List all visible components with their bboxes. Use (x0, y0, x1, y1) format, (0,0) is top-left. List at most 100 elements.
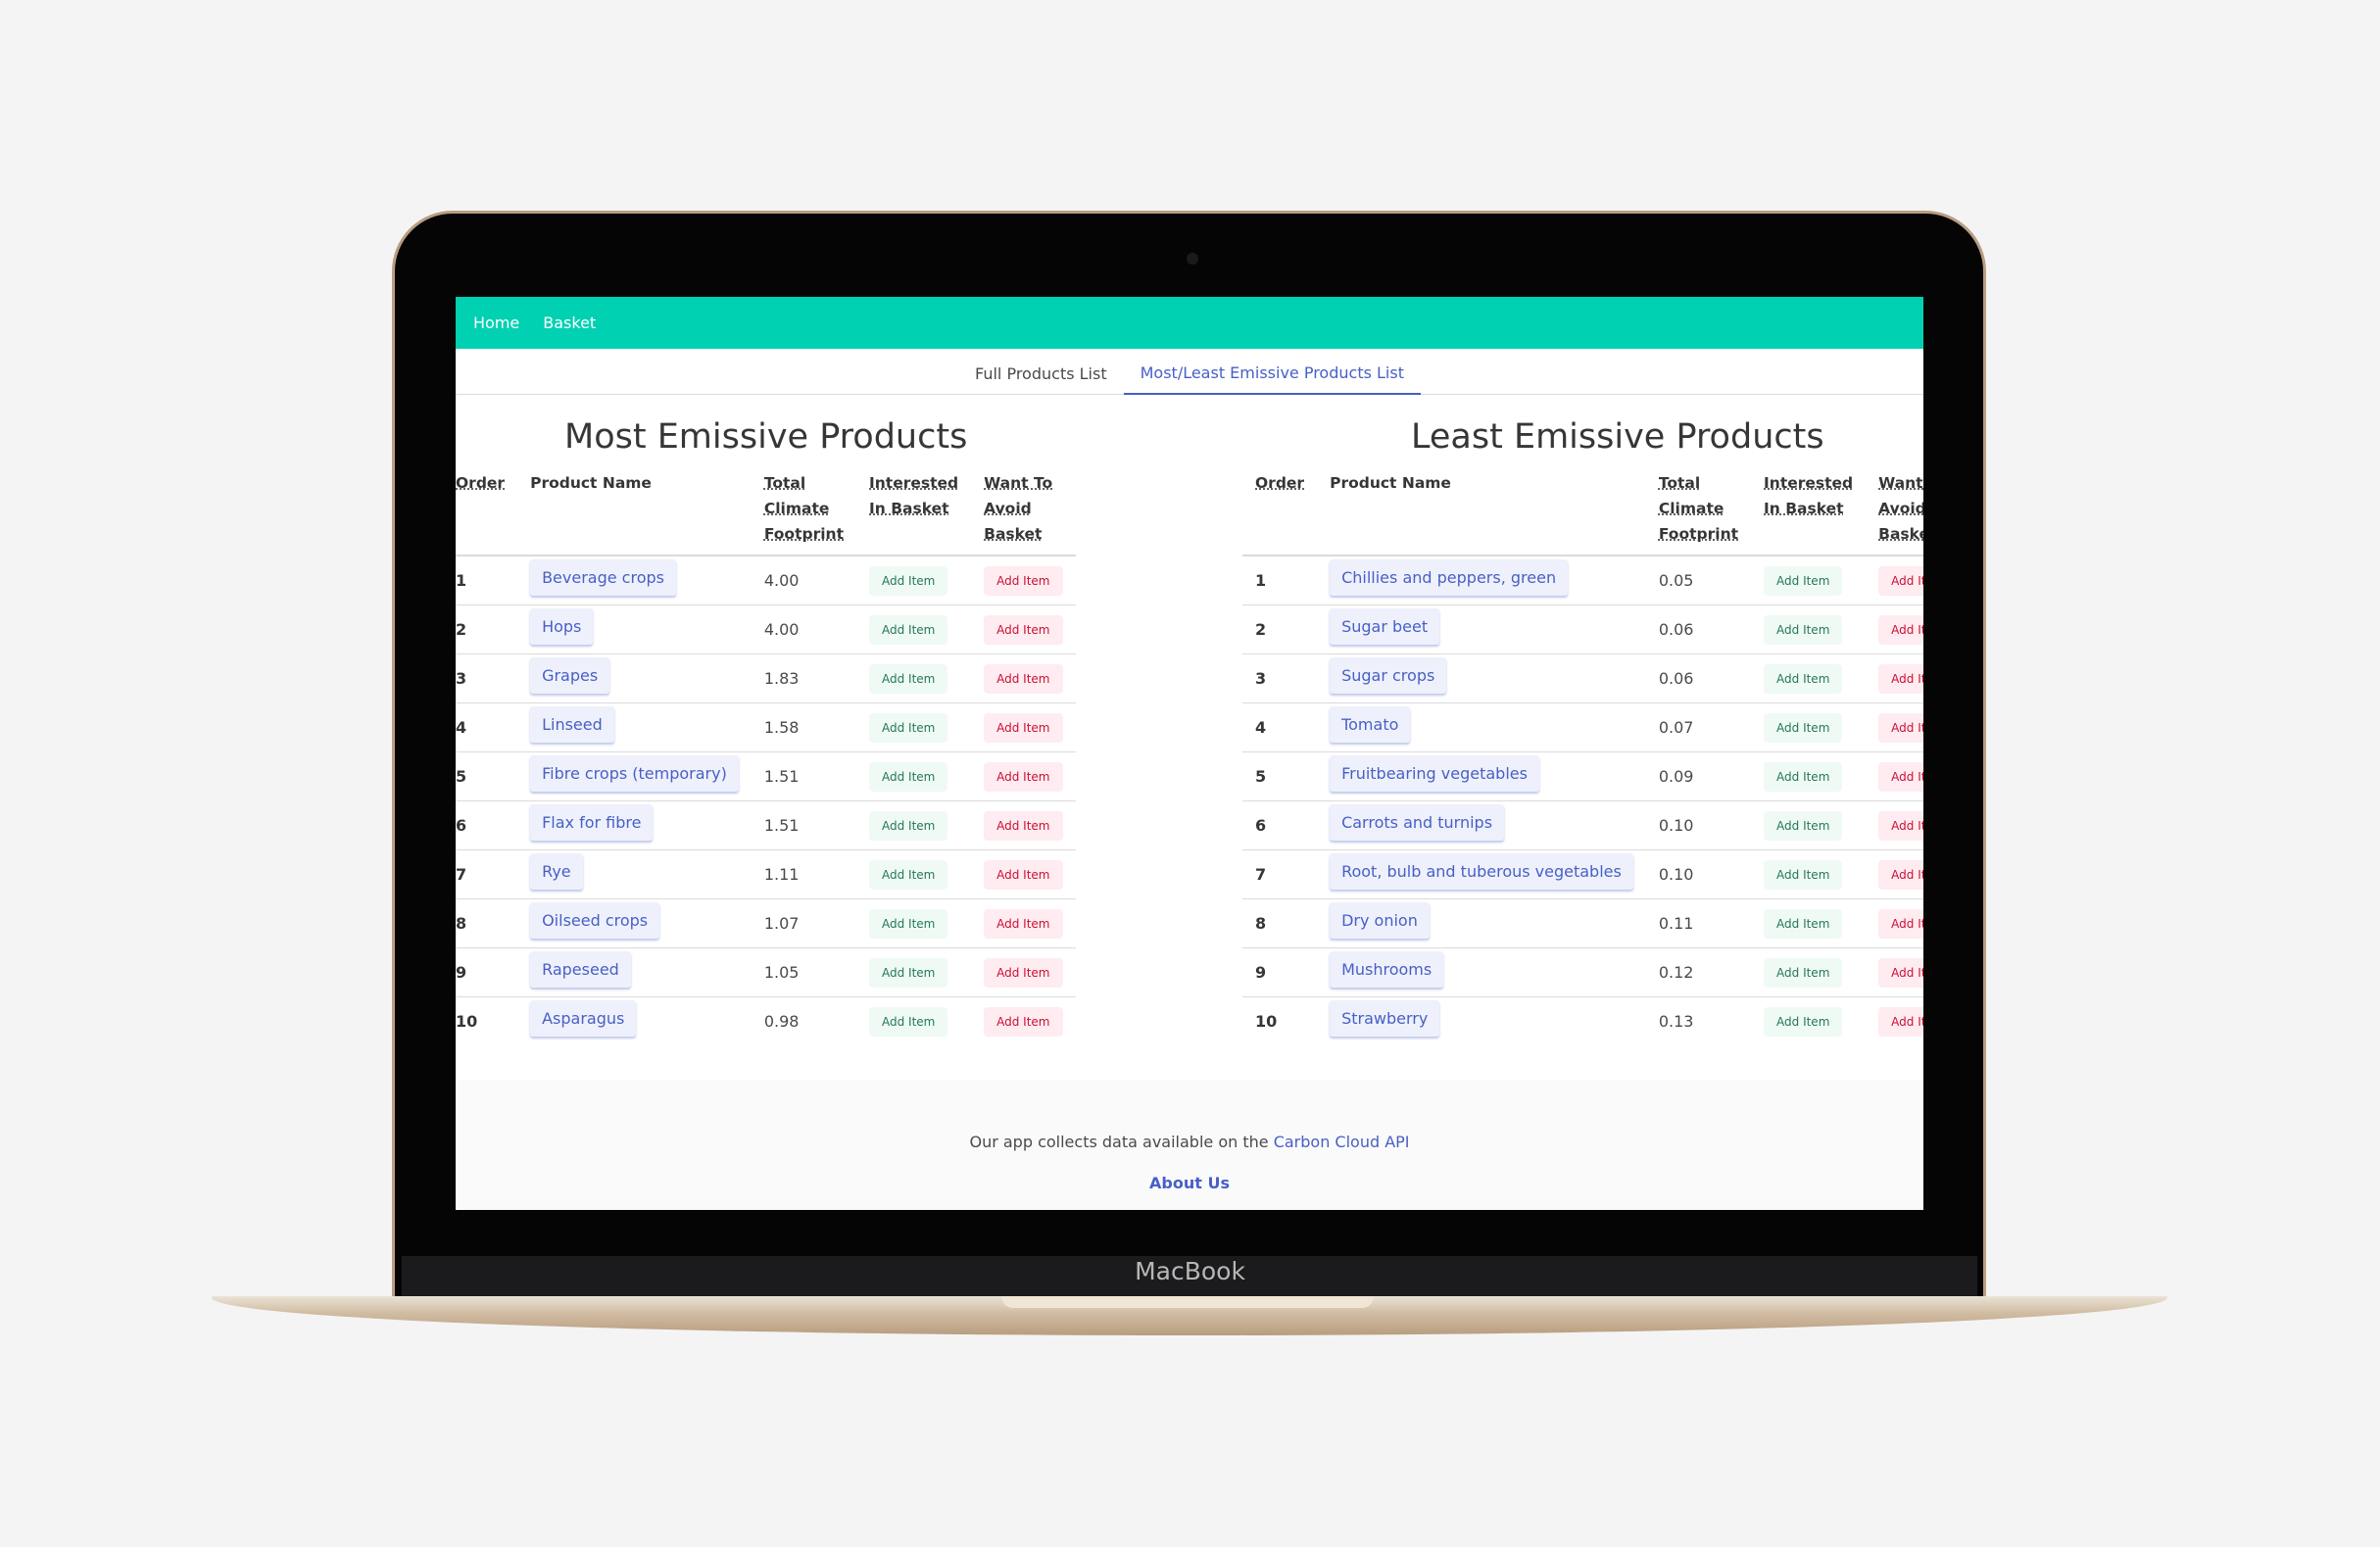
add-interested-button[interactable]: Add Item (869, 908, 948, 939)
add-interested-button[interactable]: Add Item (869, 810, 948, 841)
order-cell: 4 (456, 702, 518, 752)
add-interested-button[interactable]: Add Item (1764, 810, 1843, 841)
add-interested-button[interactable]: Add Item (869, 712, 948, 743)
product-name-button[interactable]: Sugar beet (1330, 608, 1440, 645)
add-interested-button[interactable]: Add Item (1764, 565, 1843, 596)
add-interested-button[interactable]: Add Item (869, 663, 948, 694)
add-avoid-button[interactable]: Add Item (984, 614, 1063, 645)
order-cell: 7 (456, 849, 518, 899)
table-row: 6 Carrots and turnips 0.10 Add Item Add Item (1242, 800, 1923, 850)
product-cell: Dry onion (1317, 898, 1646, 948)
footprint-cell: 0.98 (763, 1012, 800, 1031)
add-avoid-button[interactable]: Add Item (984, 810, 1063, 841)
add-interested-button[interactable]: Add Item (1764, 712, 1843, 743)
product-name-button[interactable]: Rapeseed (530, 951, 631, 988)
add-interested-button[interactable]: Add Item (869, 761, 948, 792)
tab-most-least[interactable]: Most/Least Emissive Products List (1123, 363, 1421, 395)
product-name-button[interactable]: Fibre crops (temporary) (530, 755, 739, 792)
footprint-cell: 1.58 (751, 702, 856, 752)
product-cell: Root, bulb and tuberous vegetables (1317, 849, 1646, 899)
header-footprint: Total Climate Footprint (1645, 465, 1752, 556)
add-avoid-button[interactable]: Add Item (1878, 663, 1923, 694)
add-avoid-button[interactable]: Add Item (984, 565, 1063, 596)
nav-home[interactable]: Home (473, 314, 519, 332)
product-name-button[interactable]: Mushrooms (1330, 951, 1444, 988)
product-name-button[interactable]: Beverage crops (530, 559, 676, 596)
product-name-button[interactable]: Dry onion (1330, 902, 1430, 939)
about-us-link[interactable]: About Us (1149, 1174, 1230, 1192)
footer: Our app collects data available on the C… (456, 1080, 1923, 1210)
add-interested-button[interactable]: Add Item (1764, 859, 1843, 890)
table-row: 2 Hops 4.00 Add Item Add Item (456, 604, 1076, 654)
avoid-cell: Add Item (1866, 898, 1923, 948)
table-row: 6 Flax for fibre 1.51 Add Item Add Item (456, 800, 1076, 850)
add-avoid-button[interactable]: Add Item (1878, 859, 1923, 890)
product-name-button[interactable]: Hops (530, 608, 594, 645)
order-cell: 4 (1242, 702, 1318, 752)
product-cell: Beverage crops (517, 556, 752, 605)
footprint-cell: 0.09 (1645, 751, 1752, 801)
add-interested-button[interactable]: Add Item (1764, 908, 1843, 939)
interested-cell: Add Item (1751, 800, 1867, 850)
laptop-brand: MacBook (1135, 1257, 1245, 1285)
add-avoid-button[interactable]: Add Item (984, 957, 1063, 988)
add-avoid-button[interactable]: Add Item (984, 761, 1063, 792)
product-name-button[interactable]: Chillies and peppers, green (1330, 559, 1569, 596)
add-avoid-button[interactable]: Add Item (1878, 810, 1923, 841)
add-avoid-button[interactable]: Add Item (1878, 712, 1923, 743)
product-name-button[interactable]: Tomato (1330, 706, 1411, 743)
add-avoid-button[interactable]: Add Item (1878, 614, 1923, 645)
tabs: Full Products List Most/Least Emissive P… (456, 349, 1923, 395)
add-interested-button[interactable]: Add Item (1764, 761, 1843, 792)
add-avoid-button[interactable]: Add Item (1878, 761, 1923, 792)
add-avoid-button[interactable]: Add Item (1878, 1006, 1923, 1037)
product-name-button[interactable]: Strawberry (1330, 1000, 1440, 1037)
tab-full-products[interactable]: Full Products List (958, 364, 1124, 394)
header-product-name: Product Name (517, 465, 752, 556)
footprint-cell: 1.51 (751, 751, 856, 801)
order-cell: 9 (1242, 947, 1318, 997)
product-name-button[interactable]: Asparagus (530, 1000, 637, 1037)
table-row: 3 Sugar crops 0.06 Add Item Add Item (1242, 653, 1923, 703)
add-interested-button[interactable]: Add Item (869, 565, 948, 596)
add-interested-button[interactable]: Add Item (1764, 1006, 1843, 1037)
add-interested-button[interactable]: Add Item (869, 859, 948, 890)
product-name-button[interactable]: Grapes (530, 657, 610, 694)
add-interested-button[interactable]: Add Item (1764, 614, 1843, 645)
add-interested-button[interactable]: Add Item (1764, 957, 1843, 988)
add-avoid-button[interactable]: Add Item (984, 663, 1063, 694)
interested-cell: Add Item (856, 997, 971, 1046)
carbon-cloud-api-link[interactable]: Carbon Cloud API (1274, 1133, 1410, 1151)
product-name-button[interactable]: Rye (530, 853, 583, 890)
nav-basket[interactable]: Basket (543, 314, 596, 332)
add-interested-button[interactable]: Add Item (1764, 663, 1843, 694)
header-product-name: Product Name (1317, 465, 1646, 556)
order-cell: 3 (456, 653, 518, 703)
add-interested-button[interactable]: Add Item (869, 957, 948, 988)
avoid-cell: Add Item (971, 751, 1076, 801)
product-name-button[interactable]: Linseed (530, 706, 614, 743)
add-avoid-button[interactable]: Add Item (984, 712, 1063, 743)
product-name-button[interactable]: Carrots and turnips (1330, 804, 1505, 841)
avoid-cell: Add Item (971, 604, 1076, 654)
add-interested-button[interactable]: Add Item (869, 614, 948, 645)
add-avoid-button[interactable]: Add Item (1878, 908, 1923, 939)
add-avoid-button[interactable]: Add Item (984, 859, 1063, 890)
product-name-button[interactable]: Root, bulb and tuberous vegetables (1330, 853, 1633, 890)
avoid-cell: Add Item (971, 898, 1076, 948)
add-avoid-button[interactable]: Add Item (1878, 957, 1923, 988)
product-name-button[interactable]: Oilseed crops (530, 902, 660, 939)
product-name-button[interactable]: Fruitbearing vegetables (1330, 755, 1539, 792)
add-avoid-button[interactable]: Add Item (984, 1006, 1063, 1037)
add-avoid-button[interactable]: Add Item (984, 908, 1063, 939)
footprint-cell: 0.06 (1645, 653, 1752, 703)
product-cell: Sugar crops (1317, 653, 1646, 703)
order-cell: 7 (1242, 849, 1318, 899)
add-avoid-button[interactable]: Add Item (1878, 565, 1923, 596)
product-name-button[interactable]: Sugar crops (1330, 657, 1447, 694)
product-name-button[interactable]: Flax for fibre (530, 804, 654, 841)
product-cell: Tomato (1317, 702, 1646, 752)
order-cell: 8 (456, 898, 518, 948)
add-interested-button[interactable]: Add Item (869, 1006, 948, 1037)
avoid-cell: Add Item (1866, 653, 1923, 703)
